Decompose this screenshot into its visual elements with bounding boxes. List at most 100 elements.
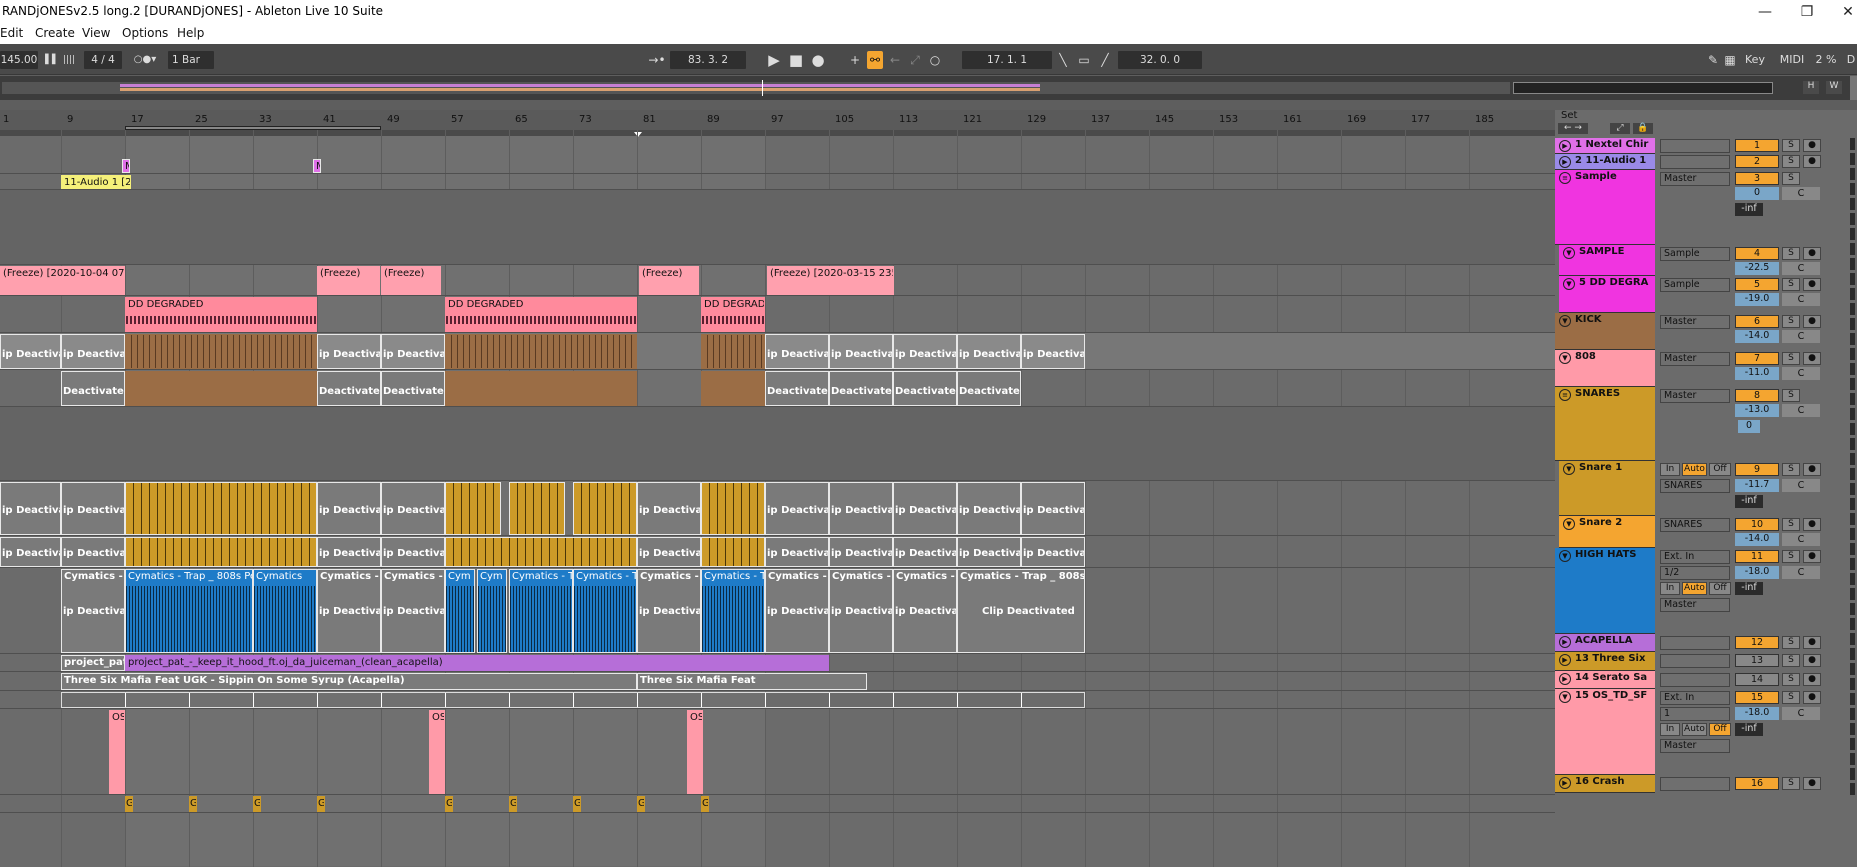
lane-crash[interactable]: G G G G G G G G G <box>0 795 1555 813</box>
input-channel[interactable]: 1 <box>1660 707 1730 721</box>
solo-button[interactable]: S <box>1782 155 1800 168</box>
clip[interactable]: ip Deactivate <box>1021 482 1085 535</box>
lane-high-hats[interactable]: Cymatics - Tip Deactivate Cymatics - Tra… <box>0 568 1555 654</box>
lane-nextel[interactable]: M M <box>0 158 1555 174</box>
solo-button[interactable]: S <box>1782 247 1800 260</box>
clip[interactable]: ip Deactivate <box>381 334 445 369</box>
clip[interactable]: ip Deactivate <box>765 334 829 369</box>
expand-icon[interactable]: ⤢ <box>1610 123 1630 134</box>
clip[interactable]: Deactivate <box>317 371 381 406</box>
clip[interactable] <box>509 482 565 535</box>
output-routing[interactable]: Sample <box>1660 278 1730 292</box>
track-header[interactable]: ▶ 16 Crash <box>1555 775 1655 793</box>
track-activator[interactable]: 11 <box>1735 550 1779 563</box>
clip[interactable]: M <box>313 159 321 173</box>
clip[interactable] <box>701 537 765 567</box>
track-activator[interactable]: 5 <box>1735 278 1779 291</box>
clip[interactable]: Deactivate <box>957 371 1021 406</box>
io-slot[interactable] <box>1660 777 1730 791</box>
output-routing[interactable]: SNARES <box>1660 518 1730 532</box>
clip[interactable]: Cymatics - Tip Deactivate <box>637 569 701 653</box>
menu-view[interactable]: View <box>82 26 110 40</box>
clip[interactable]: ip Deactivate <box>957 334 1021 369</box>
lane-808[interactable]: Deactivate Deactivate Deactivate Deactiv… <box>0 370 1555 407</box>
pan-field[interactable]: C <box>1782 262 1820 275</box>
clip[interactable]: G <box>317 796 325 812</box>
monitor-auto-button[interactable]: Auto <box>1682 723 1707 736</box>
arm-button[interactable]: ● <box>1803 673 1821 686</box>
menu-edit[interactable]: Edit <box>0 26 23 40</box>
play-track-icon[interactable]: ▶ <box>1559 777 1571 789</box>
clip[interactable]: (Freeze) <box>381 266 441 295</box>
clip[interactable]: ip Deactivate <box>893 334 957 369</box>
clip[interactable]: G <box>189 796 197 812</box>
io-slot[interactable] <box>1660 139 1730 153</box>
lane-os-td-sf[interactable]: OS OS OS <box>0 709 1555 795</box>
maximize-button[interactable]: ❐ <box>1795 2 1819 22</box>
clip[interactable]: ip Deactivate <box>893 537 957 567</box>
arm-button[interactable]: ● <box>1803 352 1821 365</box>
clip[interactable]: ip Deactivate <box>829 482 893 535</box>
clip[interactable]: ip Deactivate <box>317 334 381 369</box>
track-activator[interactable]: 13 <box>1735 654 1779 667</box>
midi-map-button[interactable]: MIDI <box>1777 51 1807 69</box>
track-header[interactable]: ▼ Snare 1 <box>1559 461 1655 516</box>
track-header[interactable]: ▶ 14 Serato Sa <box>1555 671 1655 689</box>
clip[interactable]: (Freeze) [2020-03-15 235 <box>767 266 894 295</box>
clip[interactable]: ip Deactivate <box>61 537 125 567</box>
clip[interactable]: ip Deactivate <box>61 334 125 369</box>
output-routing[interactable]: SNARES <box>1660 479 1730 493</box>
clip[interactable]: project_pat <box>61 655 125 671</box>
clip[interactable]: ip Deactivate <box>317 537 381 567</box>
clip[interactable] <box>701 482 765 535</box>
optimize-width-button[interactable]: W <box>1826 81 1842 94</box>
clip[interactable]: DD DEGRADED <box>445 297 637 332</box>
time-signature-field[interactable]: 4 / 4 <box>84 51 122 69</box>
io-slot[interactable] <box>1660 654 1730 668</box>
play-track-icon[interactable]: ▶ <box>1559 654 1571 666</box>
solo-button[interactable]: S <box>1782 636 1800 649</box>
clip[interactable]: Cym <box>477 569 507 653</box>
volume-field[interactable]: -11.7 <box>1735 479 1779 492</box>
arm-button[interactable]: ● <box>1803 550 1821 563</box>
track-header[interactable]: ▼ 808 <box>1555 350 1655 387</box>
lane-acapella[interactable]: project_pat project_pat_-_keep_it_hood_f… <box>0 654 1555 672</box>
arm-button[interactable]: ● <box>1803 139 1821 152</box>
clip[interactable]: Deactivate <box>829 371 893 406</box>
clip[interactable]: project_pat_-_keep_it_hood_ft.oj_da_juic… <box>125 655 829 671</box>
overview-zoom-box[interactable] <box>1513 82 1773 94</box>
clip[interactable]: OS <box>429 710 445 794</box>
lane-snare1[interactable]: ip Deactivate ip Deactivate ip Deactivat… <box>0 481 1555 536</box>
clip[interactable]: G <box>573 796 581 812</box>
track-header[interactable]: ▼ SAMPLE <box>1559 245 1655 276</box>
clip[interactable]: ip Deactivate <box>381 537 445 567</box>
clip[interactable]: ip Deactivate <box>637 537 701 567</box>
fold-icon[interactable]: ▼ <box>1559 691 1571 703</box>
pan-field[interactable]: C <box>1782 293 1820 306</box>
solo-button[interactable]: S <box>1782 172 1800 185</box>
overview-scrollbar[interactable] <box>1850 76 1857 100</box>
arm-button[interactable]: ● <box>1803 155 1821 168</box>
clip[interactable]: G <box>509 796 517 812</box>
clip[interactable]: OS <box>687 710 703 794</box>
clip[interactable]: G <box>125 796 133 812</box>
menu-options[interactable]: Options <box>122 26 168 40</box>
track-activator[interactable]: 9 <box>1735 463 1779 476</box>
track-header[interactable]: ≡ Sample <box>1555 170 1655 245</box>
volume-field[interactable]: -22.5 <box>1735 262 1779 275</box>
clip[interactable]: (Freeze) <box>639 266 699 295</box>
track-activator[interactable]: 2 <box>1735 155 1779 168</box>
clip[interactable] <box>573 482 637 535</box>
solo-button[interactable]: S <box>1782 654 1800 667</box>
lane-serato[interactable] <box>0 691 1555 709</box>
lane-dd-degraded[interactable]: DD DEGRADED DD DEGRADED DD DEGRADE <box>0 296 1555 333</box>
volume-field[interactable]: -13.0 <box>1735 404 1779 417</box>
solo-button[interactable]: S <box>1782 352 1800 365</box>
lane-sample-group[interactable] <box>0 190 1555 265</box>
tap-tempo-icon[interactable]: ▌▌ <box>42 51 62 69</box>
monitor-in-button[interactable]: In <box>1660 723 1680 736</box>
fold-icon[interactable]: ▼ <box>1559 315 1571 327</box>
input-channel[interactable]: 1/2 <box>1660 566 1730 580</box>
output-routing[interactable]: Master <box>1660 172 1730 186</box>
output-routing[interactable]: Master <box>1660 598 1730 612</box>
